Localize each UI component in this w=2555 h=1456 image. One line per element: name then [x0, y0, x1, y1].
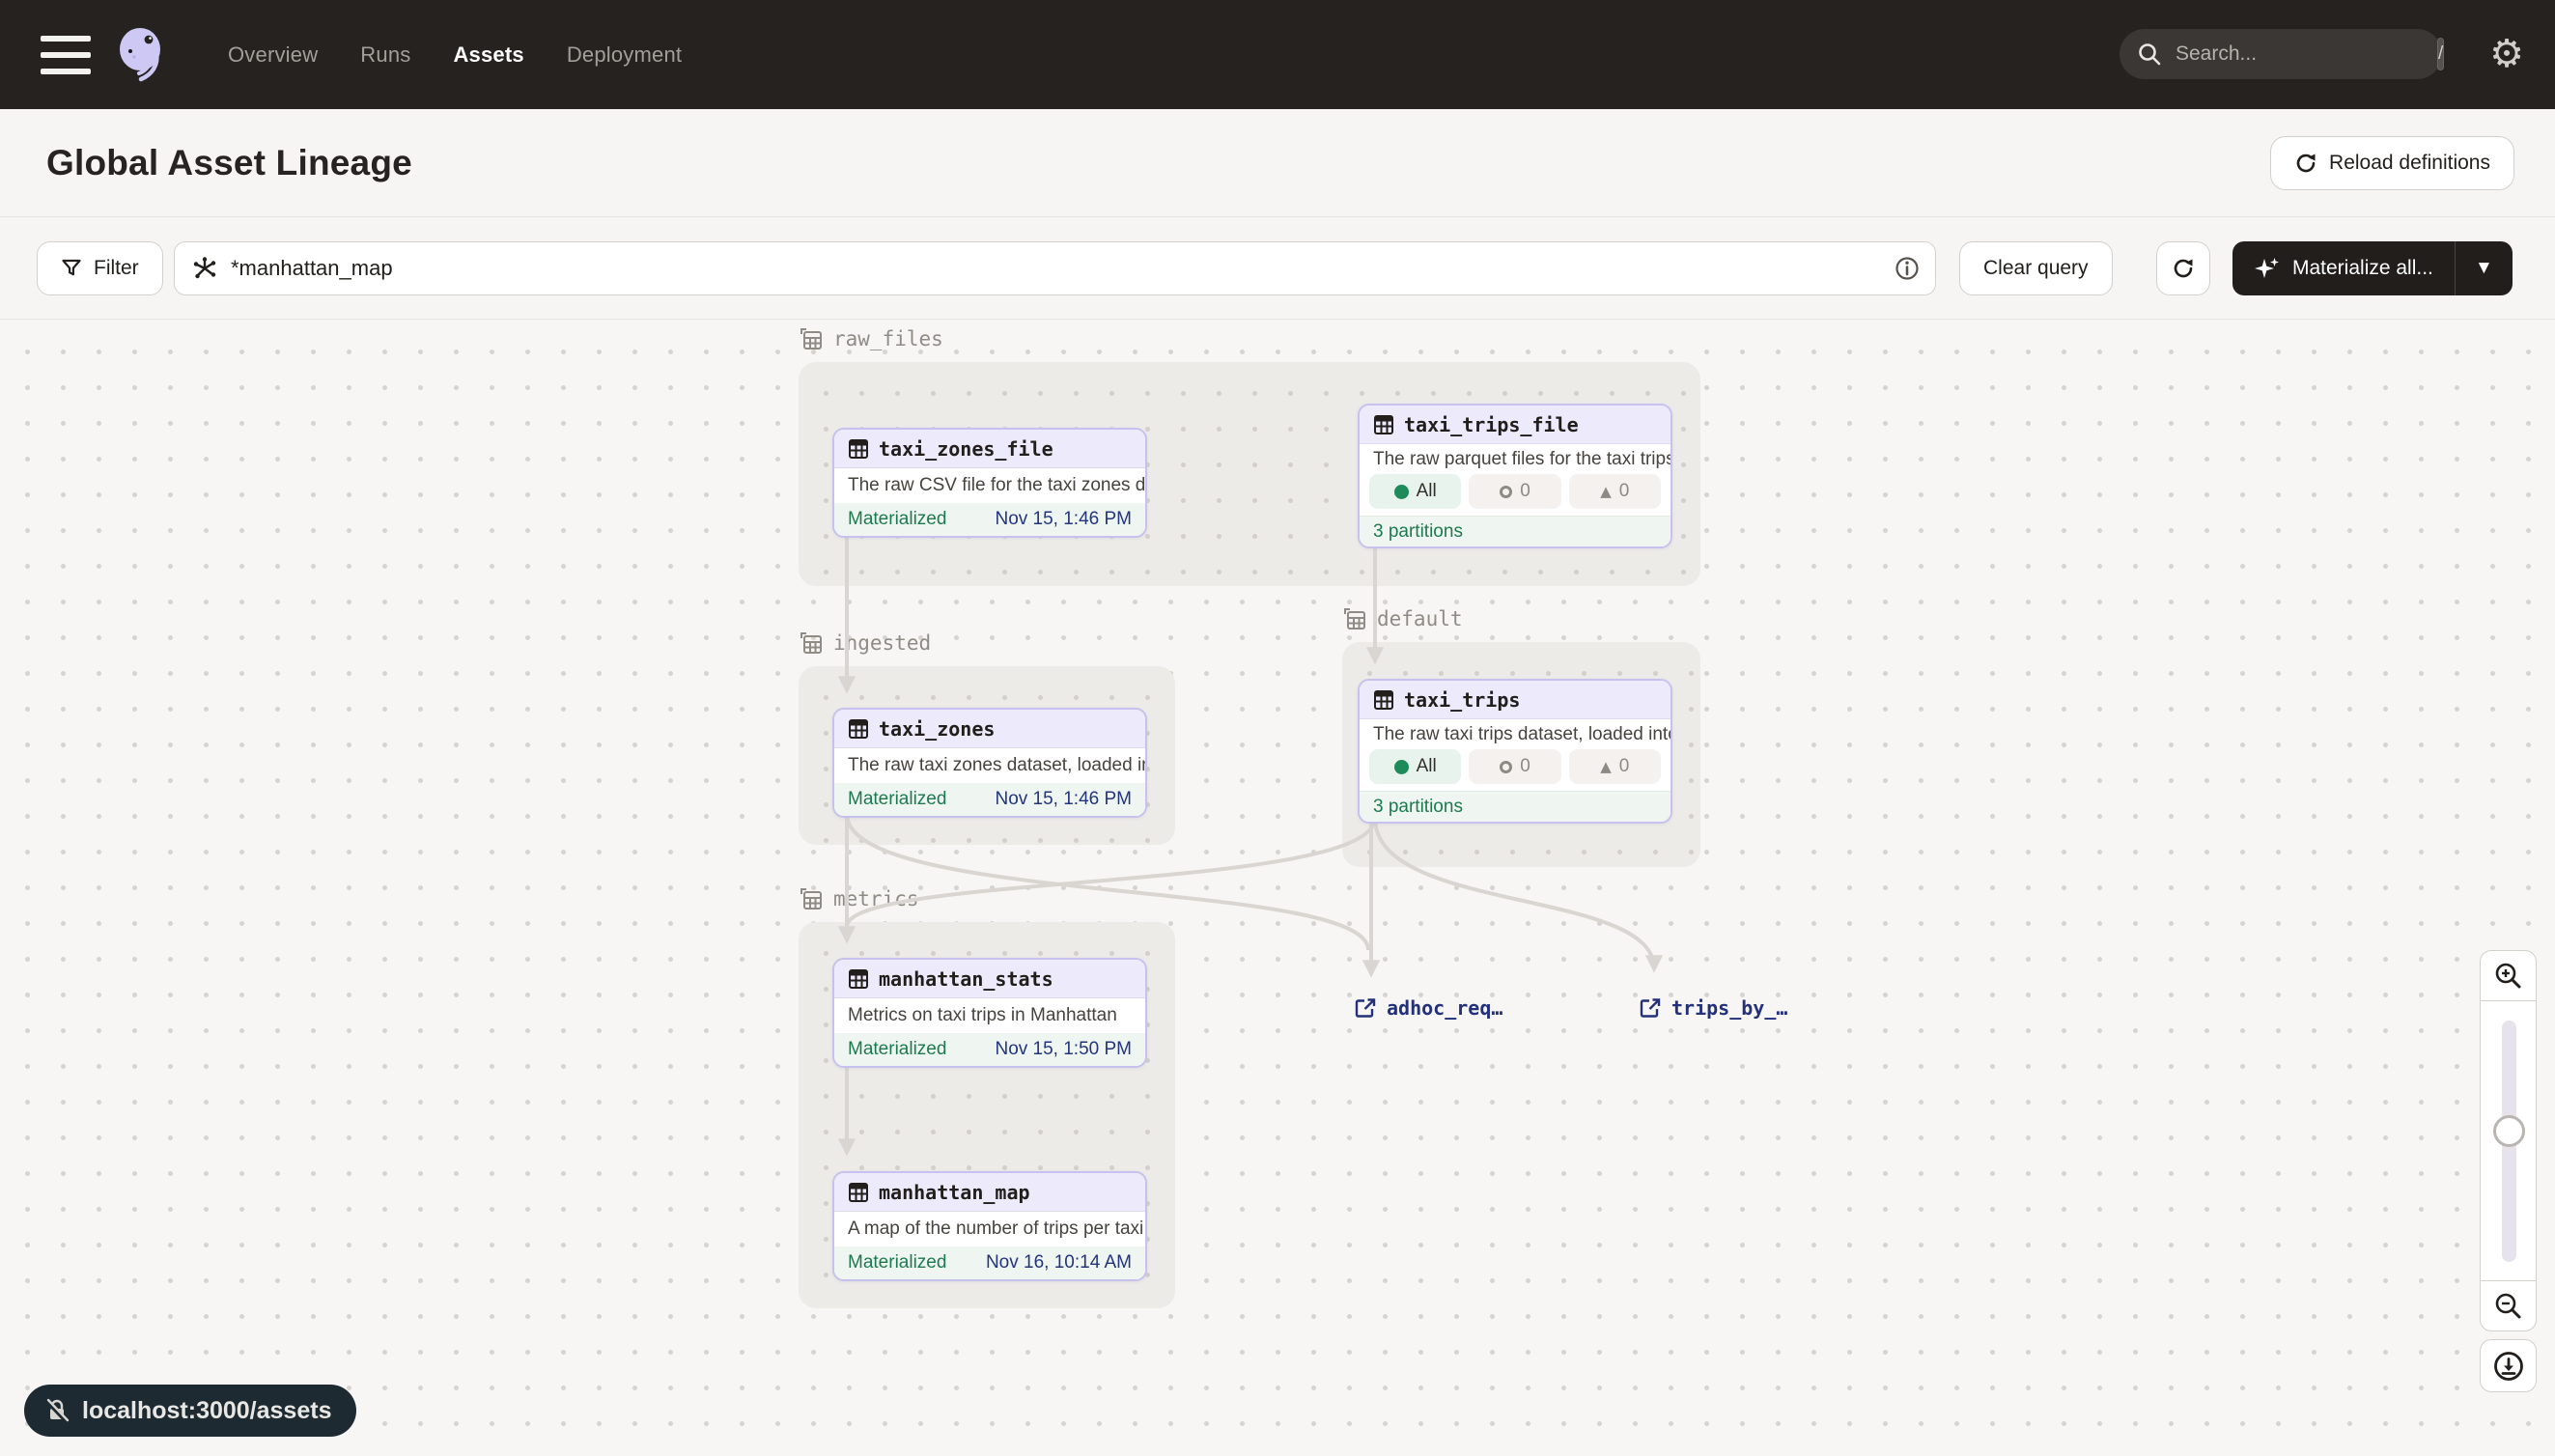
failed-ring-icon: [1500, 486, 1512, 498]
global-search-box[interactable]: /: [2120, 29, 2442, 79]
partitions-materialized-pill[interactable]: All: [1369, 474, 1461, 509]
table-icon: [848, 718, 869, 740]
reload-definitions-button[interactable]: Reload definitions: [2270, 136, 2514, 190]
table-icon: [1373, 414, 1394, 435]
missing-triangle-icon: ▲: [1600, 758, 1612, 775]
filter-funnel-icon: [61, 258, 82, 279]
materialization-timestamp: Nov 15, 1:46 PM: [995, 789, 1132, 810]
asset-node-manhattan_stats[interactable]: manhattan_stats Metrics on taxi trips in…: [832, 958, 1147, 1068]
asset-node-taxi_trips_file[interactable]: taxi_trips_file The raw parquet files fo…: [1358, 404, 1672, 548]
download-icon: [2492, 1350, 2525, 1383]
materialize-button-group: Materialize all... ▼: [2232, 241, 2513, 295]
partitions-count: 3 partitions: [1360, 791, 1671, 822]
status-badge: Materialized: [848, 1252, 946, 1274]
partitions-missing-pill[interactable]: ▲0: [1569, 474, 1661, 509]
settings-gear-icon[interactable]: ⚙: [2489, 27, 2524, 81]
download-image-button[interactable]: [2480, 1339, 2537, 1392]
materialization-timestamp: Nov 15, 1:50 PM: [995, 1039, 1132, 1060]
filter-button[interactable]: Filter: [37, 241, 163, 295]
lineage-toolbar: Filter Clear query: [0, 217, 2555, 320]
nav-overview[interactable]: Overview: [228, 42, 318, 68]
top-nav: Overview Runs Assets Deployment / ⚙: [0, 0, 2555, 109]
reload-icon: [2294, 152, 2317, 175]
materialized-dot-icon: [1394, 760, 1409, 774]
lineage-edges: [0, 321, 2555, 1456]
partitions-missing-pill[interactable]: ▲0: [1569, 749, 1661, 784]
clear-query-button[interactable]: Clear query: [1959, 241, 2113, 295]
nav-runs[interactable]: Runs: [360, 42, 410, 68]
materialize-dropdown-button[interactable]: ▼: [2455, 241, 2513, 295]
materialize-all-button[interactable]: Materialize all...: [2232, 241, 2455, 295]
refresh-icon: [2172, 257, 2195, 280]
status-badge: Materialized: [848, 789, 946, 810]
status-badge: Materialized: [848, 509, 946, 530]
zoom-controls: [2480, 950, 2537, 1392]
asset-node-taxi_zones_file[interactable]: taxi_zones_file The raw CSV file for the…: [832, 428, 1147, 538]
page-title: Global Asset Lineage: [46, 143, 412, 183]
nav-deployment[interactable]: Deployment: [567, 42, 682, 68]
info-icon[interactable]: [1895, 256, 1920, 281]
nav-links: Overview Runs Assets Deployment: [228, 42, 682, 68]
sparkle-icon: [2254, 255, 2281, 282]
search-input[interactable]: [2176, 42, 2437, 66]
menu-icon[interactable]: [41, 36, 91, 74]
partitions-failed-pill[interactable]: 0: [1469, 749, 1560, 784]
asset-node-manhattan_map[interactable]: manhattan_map A map of the number of tri…: [832, 1171, 1147, 1281]
dagster-app: Overview Runs Assets Deployment / ⚙ Glob…: [0, 0, 2555, 1456]
page-header: Global Asset Lineage Reload definitions: [0, 109, 2555, 217]
status-badge: Materialized: [848, 1039, 946, 1060]
external-asset-trips_by[interactable]: trips_by_…: [1639, 996, 1787, 1020]
zoom-out-button[interactable]: [2480, 1280, 2537, 1331]
partitions-count: 3 partitions: [1360, 516, 1671, 546]
browser-status-url: localhost:3000/assets: [24, 1385, 356, 1437]
asset-selection-input[interactable]: [231, 256, 1895, 281]
missing-triangle-icon: ▲: [1600, 483, 1612, 500]
failed-ring-icon: [1500, 761, 1512, 773]
materialization-timestamp: Nov 16, 10:14 AM: [986, 1252, 1132, 1274]
partitions-failed-pill[interactable]: 0: [1469, 474, 1560, 509]
table-icon: [848, 438, 869, 460]
table-icon: [848, 968, 869, 990]
zoom-out-icon: [2493, 1291, 2524, 1322]
asset-selection-input-box[interactable]: [174, 241, 1936, 295]
zoom-slider[interactable]: [2480, 1000, 2537, 1281]
search-icon: [2137, 42, 2162, 67]
external-asset-adhoc_request[interactable]: adhoc_req…: [1354, 996, 1502, 1020]
insecure-lock-icon: [43, 1397, 70, 1424]
zoom-slider-handle[interactable]: [2493, 1115, 2525, 1147]
materialized-dot-icon: [1394, 485, 1409, 499]
nav-assets[interactable]: Assets: [453, 42, 523, 68]
external-link-icon: [1639, 996, 1662, 1020]
refresh-graph-button[interactable]: [2156, 241, 2210, 295]
asset-node-taxi_zones[interactable]: taxi_zones The raw taxi zones dataset, l…: [832, 708, 1147, 818]
lineage-canvas[interactable]: raw_files ingested default metrics taxi_…: [0, 321, 2555, 1456]
search-shortcut-badge: /: [2437, 38, 2444, 70]
external-link-icon: [1354, 996, 1377, 1020]
table-icon: [1373, 689, 1394, 711]
zoom-in-icon: [2493, 961, 2524, 992]
asset-node-taxi_trips[interactable]: taxi_trips The raw taxi trips dataset, l…: [1358, 679, 1672, 824]
chevron-down-icon: ▼: [2475, 258, 2493, 279]
materialization-timestamp: Nov 15, 1:46 PM: [995, 509, 1132, 530]
asset-selection-syntax-icon: [192, 256, 217, 281]
dagster-logo[interactable]: [114, 24, 176, 86]
table-icon: [848, 1182, 869, 1203]
zoom-in-button[interactable]: [2480, 950, 2537, 1001]
partitions-materialized-pill[interactable]: All: [1369, 749, 1461, 784]
